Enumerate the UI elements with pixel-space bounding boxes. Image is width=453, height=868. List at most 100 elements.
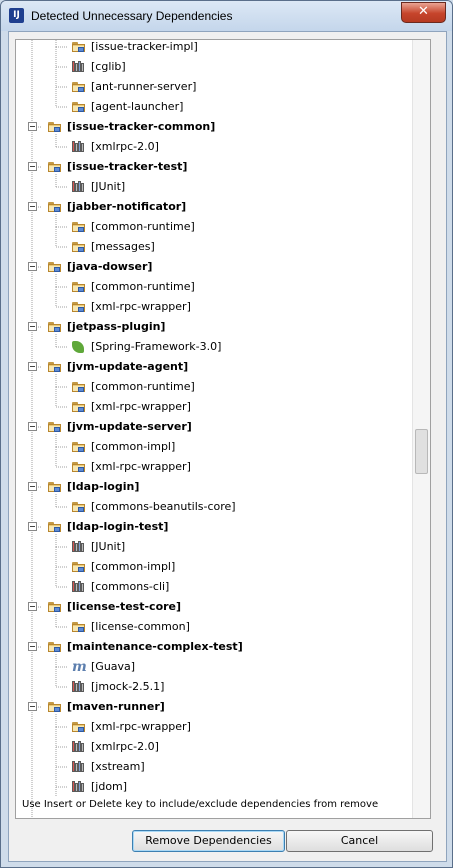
collapse-toggle[interactable]	[28, 122, 37, 131]
tree-node-label: [commons-cli]	[91, 580, 170, 593]
tree-node-label: [jvm-update-agent]	[67, 360, 189, 373]
tree-node-label: [xml-rpc-wrapper]	[91, 400, 191, 413]
tree-node-dependency[interactable]: [common-impl]	[16, 437, 412, 457]
module-folder-icon	[48, 521, 62, 532]
tree-node-label: [jabber-notificator]	[67, 200, 187, 213]
tree-node-module[interactable]: [license-test-core]	[16, 597, 412, 617]
tree-node-dependency[interactable]: [xml-rpc-wrapper]	[16, 397, 412, 417]
collapse-toggle[interactable]	[28, 322, 37, 331]
tree-node-module[interactable]: [jetpass-plugin]	[16, 317, 412, 337]
title-bar[interactable]: IJ Detected Unnecessary Dependencies ✕	[1, 1, 452, 31]
dialog-content: [issue-tracker-impl] [cglib] [ant-runner-s…	[8, 31, 447, 862]
collapse-toggle[interactable]	[28, 482, 37, 491]
tree-node-dependency[interactable]: [JUnit]	[16, 537, 412, 557]
tree-node-label: [Spring-Framework-3.0]	[91, 340, 222, 353]
module-folder-icon	[72, 301, 86, 312]
tree-node-dependency[interactable]: [ant-runner-server]	[16, 77, 412, 97]
collapse-toggle[interactable]	[28, 202, 37, 211]
tree-node-dependency[interactable]: [common-runtime]	[16, 277, 412, 297]
dependency-tree[interactable]: [issue-tracker-impl] [cglib] [ant-runner-s…	[15, 39, 431, 819]
collapse-toggle[interactable]	[28, 602, 37, 611]
tree-node-dependency[interactable]: [xstream]	[16, 757, 412, 777]
tree-node-dependency[interactable]: [commons-cli]	[16, 577, 412, 597]
tree-node-dependency[interactable]: [Spring-Framework-3.0]	[16, 337, 412, 357]
tree-node-dependency[interactable]: [xml-rpc-wrapper]	[16, 717, 412, 737]
maven-icon: m	[72, 659, 87, 675]
module-folder-icon	[72, 621, 86, 632]
tree-node-module[interactable]: [maven-runner]	[16, 697, 412, 717]
tree-node-label: [xstream]	[91, 760, 145, 773]
tree-node-dependency[interactable]: m [Guava]	[16, 657, 412, 677]
module-folder-icon	[48, 261, 62, 272]
collapse-toggle[interactable]	[28, 702, 37, 711]
module-folder-icon	[72, 81, 86, 92]
scrollbar-thumb[interactable]	[415, 429, 428, 474]
tree-node-module[interactable]: [issue-tracker-test]	[16, 157, 412, 177]
module-folder-icon	[72, 441, 86, 452]
module-folder-icon	[72, 561, 86, 572]
tree-node-dependency[interactable]: [messages]	[16, 237, 412, 257]
remove-dependencies-button[interactable]: Remove Dependencies	[132, 830, 285, 852]
tree-node-dependency[interactable]: [common-runtime]	[16, 377, 412, 397]
tree-node-label: [xml-rpc-wrapper]	[91, 720, 191, 733]
collapse-toggle[interactable]	[28, 422, 37, 431]
module-folder-icon	[48, 601, 62, 612]
tree-node-module[interactable]: [jvm-update-agent]	[16, 357, 412, 377]
tree-node-dependency[interactable]: [license-common]	[16, 617, 412, 637]
window-title: Detected Unnecessary Dependencies	[31, 9, 233, 23]
tree-node-module[interactable]: [jvm-update-server]	[16, 417, 412, 437]
module-folder-icon	[72, 501, 86, 512]
tree-node-module[interactable]: [jabber-notificator]	[16, 197, 412, 217]
module-folder-icon	[72, 41, 86, 52]
tree-node-dependency[interactable]: [cglib]	[16, 57, 412, 77]
collapse-toggle[interactable]	[28, 262, 37, 271]
module-folder-icon	[72, 241, 86, 252]
tree-node-module[interactable]: [ldap-login-test]	[16, 517, 412, 537]
vertical-scrollbar[interactable]	[412, 40, 430, 818]
collapse-toggle[interactable]	[28, 642, 37, 651]
module-folder-icon	[48, 641, 62, 652]
tree-node-dependency[interactable]: [JUnit]	[16, 177, 412, 197]
library-icon	[72, 581, 85, 592]
tree-node-dependency[interactable]: [xmlrpc-2.0]	[16, 137, 412, 157]
spring-leaf-icon	[72, 341, 84, 353]
tree-node-label: [license-common]	[91, 620, 190, 633]
collapse-toggle[interactable]	[28, 162, 37, 171]
collapse-toggle[interactable]	[28, 362, 37, 371]
tree-node-dependency[interactable]: [xmlrpc-2.0]	[16, 737, 412, 757]
tree-node-dependency[interactable]: [commons-beanutils-core]	[16, 497, 412, 517]
tree-node-module[interactable]: [issue-tracker-common]	[16, 117, 412, 137]
module-folder-icon	[72, 461, 86, 472]
tree-node-dependency[interactable]: [issue-tracker-impl]	[16, 40, 412, 57]
library-icon	[72, 61, 85, 72]
tree-node-dependency[interactable]: [agent-launcher]	[16, 97, 412, 117]
tree-node-dependency[interactable]: [common-runtime]	[16, 217, 412, 237]
tree-node-label: [common-runtime]	[91, 280, 195, 293]
tree-node-label: [commons-beanutils-core]	[91, 500, 236, 513]
close-button[interactable]: ✕	[401, 2, 446, 23]
tree-node-label: [jdom]	[91, 780, 128, 793]
module-folder-icon	[48, 161, 62, 172]
cancel-button[interactable]: Cancel	[286, 830, 433, 852]
tree-node-label: [license-test-core]	[67, 600, 182, 613]
tree-node-label: [Guava]	[91, 660, 136, 673]
tree-node-label: [jmock-2.5.1]	[91, 680, 165, 693]
tree-node-module[interactable]: [ldap-login]	[16, 477, 412, 497]
tree-node-dependency[interactable]: [jdom]	[16, 777, 412, 797]
tree-node-label: [common-runtime]	[91, 380, 195, 393]
tree-node-module[interactable]: [java-dowser]	[16, 257, 412, 277]
library-icon	[72, 741, 85, 752]
library-icon	[72, 781, 85, 792]
tree-node-label: [messages]	[91, 240, 155, 253]
module-folder-icon	[48, 361, 62, 372]
tree-node-dependency[interactable]: [xml-rpc-wrapper]	[16, 297, 412, 317]
module-folder-icon	[72, 401, 86, 412]
tree-node-dependency[interactable]: [common-impl]	[16, 557, 412, 577]
tree-node-dependency[interactable]: [jmock-2.5.1]	[16, 677, 412, 697]
collapse-toggle[interactable]	[28, 522, 37, 531]
tree-node-label: [JUnit]	[91, 180, 126, 193]
module-folder-icon	[48, 201, 62, 212]
tree-node-dependency[interactable]: [xml-rpc-wrapper]	[16, 457, 412, 477]
tree-node-label: [java-dowser]	[67, 260, 153, 273]
tree-node-module[interactable]: [maintenance-complex-test]	[16, 637, 412, 657]
